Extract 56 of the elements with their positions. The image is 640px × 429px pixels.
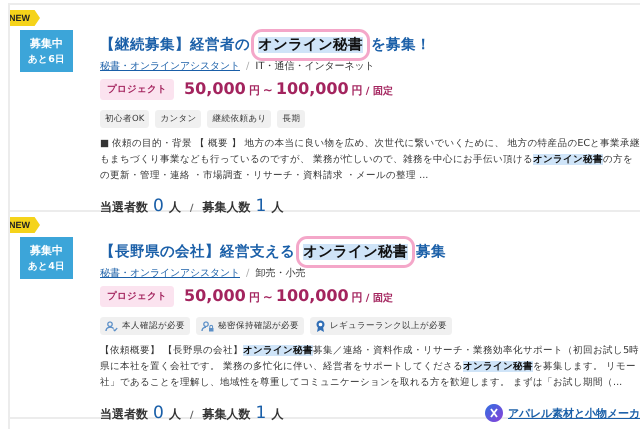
requirement-tag: 継続依頼あり bbox=[207, 110, 272, 128]
unit-label: 人 bbox=[168, 199, 181, 216]
days-remaining: あと4日 bbox=[28, 260, 65, 273]
openings-count: 1 bbox=[255, 403, 266, 423]
description-line: の更新・管理・連絡 ・市場調査・リサーチ・資料請求 ・メールの整理 ... bbox=[100, 169, 430, 183]
winners-count: 0 bbox=[153, 196, 164, 216]
category-link[interactable]: 秘書・オンラインアシスタント bbox=[100, 59, 240, 73]
description-line: ■ 依頼の目的・背景 【 概要 】 地方の本当に良い物を広め、次世代に繋いでいくために、 地方の特産品のECと事業承継 bbox=[100, 137, 640, 151]
separator: / bbox=[246, 268, 250, 278]
openings-label: 募集人数 bbox=[202, 199, 250, 216]
price-type: / 固定 bbox=[366, 84, 393, 98]
requirement-tag: カンタン bbox=[155, 110, 202, 128]
winners-label: 当選者数 bbox=[100, 199, 148, 216]
slash: / bbox=[190, 410, 194, 421]
project-badge: プロジェクト bbox=[100, 79, 174, 100]
unit-label: 人 bbox=[168, 406, 181, 423]
industry-label: IT・通信・インターネット bbox=[255, 60, 374, 73]
currency-label: 円 bbox=[352, 83, 363, 98]
currency-label: 円 bbox=[248, 290, 260, 305]
min-price: 50,000 bbox=[184, 286, 246, 305]
slash: / bbox=[190, 203, 194, 214]
medal-icon bbox=[315, 320, 326, 332]
min-price: 50,000 bbox=[184, 79, 246, 98]
requirement-tag: 初心者OK bbox=[100, 110, 150, 128]
person-lock-icon bbox=[201, 320, 214, 332]
openings-count: 1 bbox=[255, 196, 266, 216]
person-check-icon bbox=[105, 320, 118, 332]
client-link[interactable]: アパレル素材と小物メーカ bbox=[508, 406, 640, 420]
description-line: 【依頼概要】 【長野県の会社】オンライン秘書募集／連絡・資料作成・リサーチ・業務効率化サポート（初回お試し5時 bbox=[100, 344, 640, 358]
requirement-tag: レギュラーランク以上が必要 bbox=[310, 317, 452, 335]
project-badge: プロジェクト bbox=[100, 286, 174, 307]
range-mark: ~ bbox=[262, 83, 273, 97]
max-price: 100,000 bbox=[276, 286, 349, 305]
winners-count: 0 bbox=[153, 403, 164, 423]
requirement-tag: 長期 bbox=[277, 110, 306, 128]
status-label: 募集中 bbox=[30, 36, 63, 51]
unit-label: 人 bbox=[271, 406, 284, 423]
requirement-tag: 本人確認が必要 bbox=[100, 317, 190, 335]
max-price: 100,000 bbox=[276, 79, 349, 98]
status-label: 募集中 bbox=[30, 243, 63, 258]
currency-label: 円 bbox=[248, 83, 260, 98]
winners-label: 当選者数 bbox=[100, 406, 148, 423]
days-remaining: あと6日 bbox=[28, 53, 65, 66]
range-mark: ~ bbox=[262, 290, 273, 304]
price-type: / 固定 bbox=[366, 291, 393, 305]
requirement-tag: 秘密保持確認が必要 bbox=[196, 317, 304, 335]
category-link[interactable]: 秘書・オンラインアシスタント bbox=[100, 266, 240, 280]
unit-label: 人 bbox=[271, 199, 284, 216]
industry-label: 卸売・小売 bbox=[255, 266, 306, 280]
separator: / bbox=[246, 60, 250, 72]
description-line: 県に本社を置く会社です。 業務の多忙化に伴い、経営者をサポートしてくださるオンライン秘書を募集します。 リモー bbox=[100, 360, 638, 374]
currency-label: 円 bbox=[352, 290, 363, 305]
description-line: 社」であることを理解し、地域性を尊重してコミュニケーションを取れる方を歓迎します。 まずは「お試し期間（... bbox=[100, 376, 624, 390]
description-line: もまちづくり事業なども行っているのですが、 業務が忙しいので、雑務を中心にお手伝い頂けるオンライン秘書の方を bbox=[100, 153, 634, 167]
openings-label: 募集人数 bbox=[202, 406, 250, 423]
client-logo-icon bbox=[485, 404, 503, 422]
